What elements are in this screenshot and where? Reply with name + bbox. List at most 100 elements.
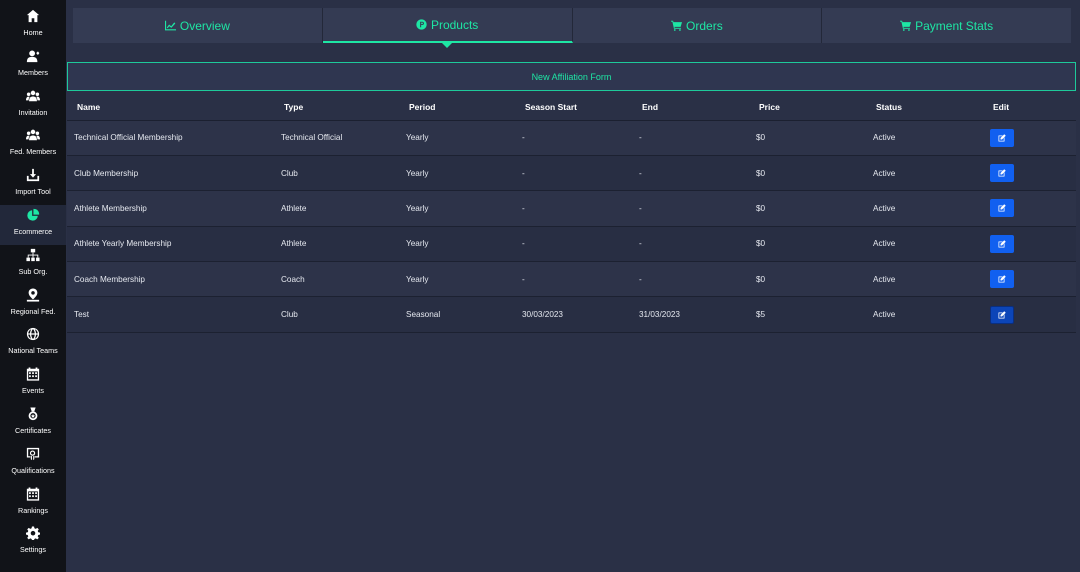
sitemap-icon [25,247,41,263]
home-icon [25,8,41,24]
tab-orders[interactable]: Orders [572,8,823,43]
cell-name: Athlete Membership [74,203,147,213]
cell-price: $0 [756,274,766,284]
sidebar-item-import-tool[interactable]: Import Tool [0,165,66,205]
sidebar: Home Members Invitation Fed. Members Imp… [0,0,66,572]
table-row: Athlete Yearly Membership Athlete Yearly… [67,226,1076,262]
ecommerce-tabs: Overview Products Orders Payment Stats [73,8,1071,48]
cell-period: Yearly [406,168,429,178]
cell-type: Athlete [281,203,307,213]
sidebar-item-label: Members [18,67,48,77]
sidebar-item-settings[interactable]: Settings [0,523,66,563]
sidebar-item-label: National Teams [8,346,58,356]
sidebar-item-home[interactable]: Home [0,6,66,46]
sidebar-item-label: Rankings [18,505,48,515]
gear-icon [25,525,41,541]
cell-period: Seasonal [406,310,441,320]
sidebar-item-fed-members[interactable]: Fed. Members [0,125,66,165]
cell-period: Yearly [406,239,429,249]
edit-icon [998,133,1006,142]
cell-type: Technical Official [281,133,343,143]
column-header-period[interactable]: Period [399,95,515,121]
tab-label: Payment Stats [915,18,994,33]
tab-label: Products [430,17,479,32]
cell-name: Club Membership [74,168,139,178]
tab-payment-stats[interactable]: Payment Stats [822,8,1071,43]
sidebar-item-label: Ecommerce [13,226,53,236]
cart-icon [671,20,683,31]
tab-products[interactable]: Products [322,8,573,48]
tab-overview[interactable]: Overview [73,8,323,43]
cell-price: $0 [756,133,766,143]
new-affiliation-form-button[interactable]: New Affiliation Form [67,62,1076,91]
cell-type: Club [281,168,298,178]
download-icon [25,167,41,183]
edit-button[interactable] [990,199,1014,218]
column-header-season-start[interactable]: Season Start [515,95,632,121]
cell-end: - [639,203,642,213]
cell-period: Yearly [406,274,429,284]
line-chart-icon [164,20,176,31]
tab-label: Orders [686,18,723,33]
sidebar-item-invitation[interactable]: Invitation [0,86,66,126]
edit-button[interactable] [990,270,1014,289]
column-header-status[interactable]: Status [866,95,983,121]
calendar-icon [25,366,41,382]
cell-status: Active [873,310,896,320]
edit-button[interactable] [990,164,1014,183]
sidebar-item-national-teams[interactable]: National Teams [0,324,66,364]
cell-season-start: - [522,274,525,284]
column-header-end[interactable]: End [632,95,749,121]
sidebar-item-sub-org[interactable]: Sub Org. [0,245,66,285]
edit-icon [998,240,1006,248]
sidebar-item-label: Events [22,386,44,396]
table-row: Technical Official Membership Technical … [67,120,1076,156]
cell-status: Active [873,203,896,213]
table-header-row: Name Type Period Season Start End Price … [67,95,1076,121]
users-icon [25,127,41,143]
cell-season-start: - [522,133,525,143]
user-icon [25,48,41,64]
users-icon [25,88,41,104]
column-header-name[interactable]: Name [67,95,274,121]
sidebar-item-members[interactable]: Members [0,46,66,86]
sidebar-item-label: Settings [20,545,46,555]
sidebar-item-label: Regional Fed. [10,306,56,316]
cell-period: Yearly [406,133,429,143]
sidebar-item-events[interactable]: Events [0,364,66,404]
edit-icon [998,275,1006,283]
sidebar-item-certificates[interactable]: Certificates [0,404,66,444]
table-row: Club Membership Club Yearly - - $0 Activ… [67,155,1076,191]
cell-end: - [639,133,642,143]
cell-edit [983,262,1076,297]
column-header-price[interactable]: Price [749,95,866,121]
sidebar-item-regional-fed[interactable]: Regional Fed. [0,285,66,325]
edit-button[interactable] [990,305,1014,324]
table-row: Test Club Seasonal 30/03/2023 31/03/2023… [67,296,1076,333]
tab-label: Overview [179,18,230,33]
sidebar-item-ecommerce[interactable]: Ecommerce [0,204,66,245]
edit-icon [998,310,1006,319]
edit-button[interactable] [990,128,1014,147]
cell-end: - [639,168,642,178]
cell-season-start: - [522,203,525,213]
cell-price: $5 [756,310,766,320]
cell-type: Coach [281,274,305,284]
cell-name: Coach Membership [74,274,145,284]
map-pin-icon [25,287,41,303]
cart-icon [900,20,912,31]
sidebar-item-rankings[interactable]: Rankings [0,484,66,524]
cell-name: Technical Official Membership [74,133,183,143]
sidebar-item-label: Import Tool [15,187,51,197]
cell-edit [983,120,1076,155]
edit-button[interactable] [990,234,1014,253]
column-header-edit: Edit [983,95,1076,121]
cell-edit [983,226,1076,261]
cell-status: Active [873,133,896,143]
sidebar-item-label: Sub Org. [18,266,48,276]
sidebar-item-qualifications[interactable]: Qualifications [0,444,66,484]
cell-season-start: - [522,239,525,249]
edit-icon [998,204,1006,212]
column-header-type[interactable]: Type [274,95,399,121]
cell-end: - [639,274,642,284]
